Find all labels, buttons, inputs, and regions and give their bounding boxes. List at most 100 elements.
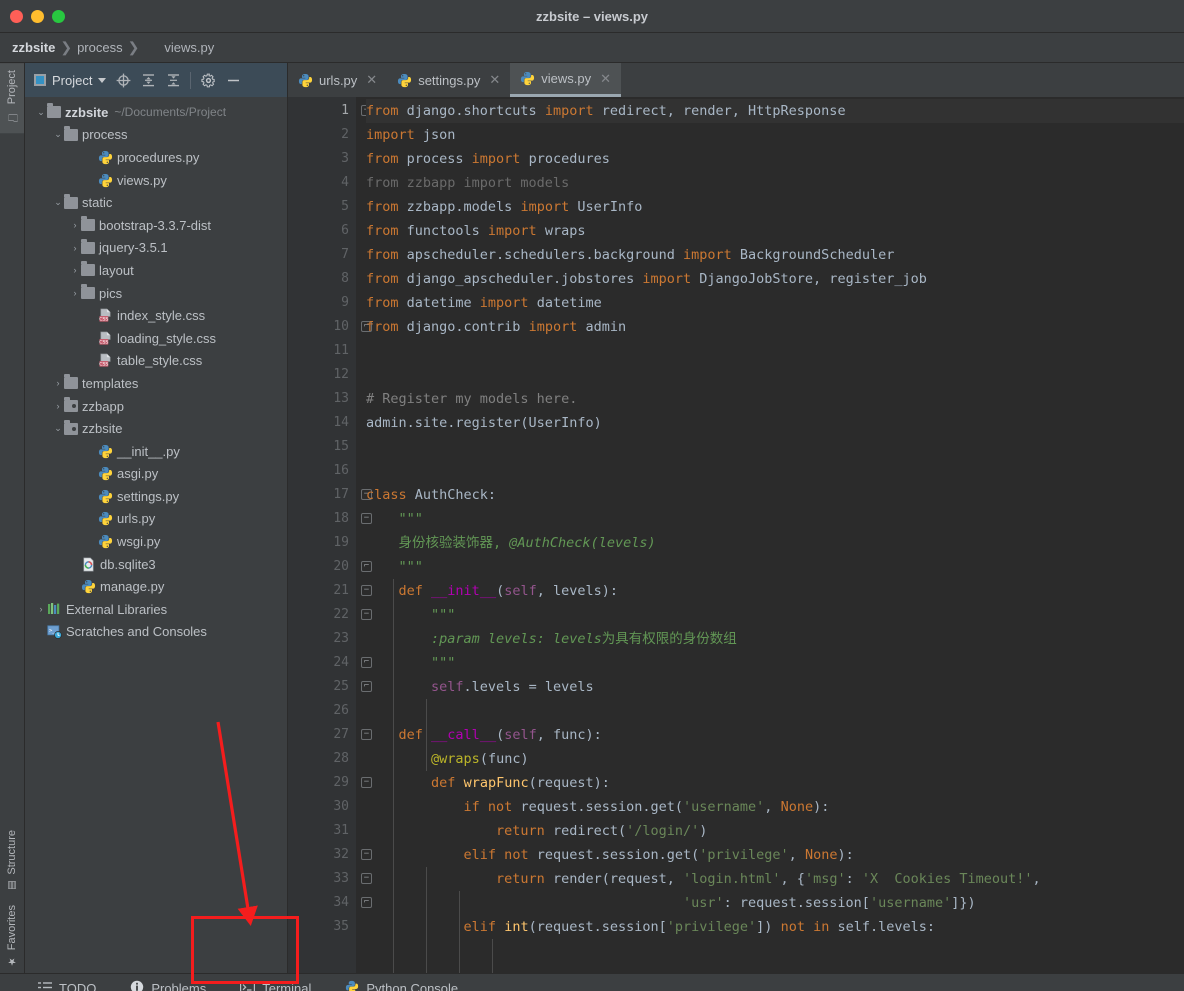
collapse-all-icon[interactable] [165, 72, 181, 88]
project-file-tree[interactable]: ⌄ zzbsite ~/Documents/Project ⌄ process proce… [25, 97, 287, 973]
code-line[interactable] [366, 363, 1184, 387]
line-number[interactable]: 31 [288, 819, 356, 843]
rail-item-project[interactable]: 🗀 Project [0, 63, 24, 134]
line-number[interactable]: 34 ⌐ [288, 891, 372, 915]
chevron-down-icon[interactable]: ⌄ [52, 197, 64, 208]
rail-item-favorites[interactable]: ★ Favorites [0, 898, 24, 973]
line-number[interactable]: 19 [288, 531, 356, 555]
code-line[interactable]: # Register my models here. [366, 387, 1184, 411]
code-line[interactable]: return render(request, 'login.html', {'m… [366, 867, 1184, 891]
line-number[interactable]: 30 [288, 795, 356, 819]
code-line[interactable]: elif not request.session.get('privilege'… [366, 843, 1184, 867]
tool-window-button[interactable]: Python Console [339, 976, 464, 991]
code-line[interactable] [366, 339, 1184, 363]
code-line[interactable] [366, 435, 1184, 459]
code-line[interactable]: from django.shortcuts import redirect, r… [366, 99, 1184, 123]
chevron-down-icon[interactable]: ⌄ [35, 107, 47, 118]
code-line[interactable]: :param levels: levels为具有权限的身份数组 [366, 627, 1184, 651]
line-number[interactable]: 20 ⌐ [288, 555, 372, 579]
code-line[interactable]: if not request.session.get('username', N… [366, 795, 1184, 819]
tree-item[interactable]: › zzbapp [25, 395, 287, 418]
tree-item[interactable]: CSS index_style.css [25, 304, 287, 327]
line-number[interactable]: 11 [288, 339, 356, 363]
code-line[interactable]: from zzbapp.models import UserInfo [366, 195, 1184, 219]
tree-item[interactable]: › jquery-3.5.1 [25, 237, 287, 260]
chevron-down-icon[interactable]: ⌄ [52, 423, 64, 434]
tree-item[interactable]: db.sqlite3 [25, 553, 287, 576]
code-line[interactable]: from django.contrib import admin [366, 315, 1184, 339]
code-line[interactable]: """ [366, 603, 1184, 627]
code-line[interactable]: self.levels = levels [366, 675, 1184, 699]
gear-icon[interactable] [200, 72, 216, 88]
line-number[interactable]: 13 [288, 387, 356, 411]
tree-item[interactable]: wsgi.py [25, 530, 287, 553]
line-number[interactable]: 4 [288, 171, 356, 195]
tree-item[interactable]: › layout [25, 259, 287, 282]
tree-item[interactable]: urls.py [25, 508, 287, 531]
line-number[interactable]: 6 [288, 219, 356, 243]
line-number[interactable]: 23 [288, 627, 356, 651]
tool-window-button[interactable]: TODO [32, 977, 102, 991]
rail-item-structure[interactable]: ▥ Structure [0, 823, 24, 898]
close-tab-icon[interactable]: ✕ [489, 72, 500, 88]
tree-item[interactable]: ⌄ zzbsite ~/Documents/Project [25, 101, 287, 124]
line-number[interactable]: 12 [288, 363, 356, 387]
code-line[interactable]: from django_apscheduler.jobstores import… [366, 267, 1184, 291]
tree-item[interactable]: ⌄ process [25, 124, 287, 147]
code-line[interactable]: from apscheduler.schedulers.background i… [366, 243, 1184, 267]
code-line[interactable] [366, 699, 1184, 723]
code-line[interactable]: 身份核验装饰器, @AuthCheck(levels) [366, 531, 1184, 555]
close-window-button[interactable] [10, 9, 23, 23]
tree-item[interactable]: settings.py [25, 485, 287, 508]
tree-item[interactable]: __init__.py [25, 440, 287, 463]
chevron-right-icon[interactable]: › [69, 265, 81, 275]
line-number[interactable]: 25 ⌐ [288, 675, 372, 699]
tree-item[interactable]: CSS loading_style.css [25, 327, 287, 350]
editor-tab[interactable]: views.py ✕ [510, 63, 622, 97]
line-number[interactable]: 10 ⌐ [288, 315, 372, 339]
tree-item[interactable]: >_ Scratches and Consoles [25, 621, 287, 644]
chevron-right-icon[interactable]: › [35, 604, 47, 614]
breadcrumb-item-project[interactable]: zzbsite [12, 40, 55, 55]
code-line[interactable]: """ [366, 555, 1184, 579]
locate-icon[interactable] [115, 72, 131, 88]
code-line[interactable]: """ [366, 507, 1184, 531]
chevron-right-icon[interactable]: › [69, 243, 81, 253]
editor-tab[interactable]: settings.py ✕ [387, 63, 510, 97]
line-number[interactable]: 35 [288, 915, 356, 939]
line-number[interactable]: 18− [288, 507, 372, 531]
line-number[interactable]: 29− [288, 771, 372, 795]
line-number[interactable]: 2 [288, 123, 356, 147]
line-number-gutter[interactable]: 1−2345678910⌐11121314151617−18−1920⌐21−2… [288, 97, 372, 973]
line-number[interactable]: 33− [288, 867, 372, 891]
line-number[interactable]: 7 [288, 243, 356, 267]
line-number[interactable]: 14 [288, 411, 356, 435]
code-line[interactable]: 'usr': request.session['username']}) [366, 891, 1184, 915]
line-number[interactable]: 17− [288, 483, 372, 507]
line-number[interactable]: 32− [288, 843, 372, 867]
code-content[interactable]: from django.shortcuts import redirect, r… [356, 97, 1184, 973]
tree-item[interactable]: › External Libraries [25, 598, 287, 621]
line-number[interactable]: 27− [288, 723, 372, 747]
close-tab-icon[interactable]: ✕ [600, 71, 611, 87]
project-selector[interactable]: Project [34, 73, 107, 88]
code-line[interactable]: def __call__(self, func): [366, 723, 1184, 747]
line-number[interactable]: 15 [288, 435, 356, 459]
editor-tab[interactable]: urls.py ✕ [288, 63, 387, 97]
chevron-down-icon[interactable]: ⌄ [52, 129, 64, 140]
tree-item[interactable]: CSS table_style.css [25, 350, 287, 373]
line-number[interactable]: 8 [288, 267, 356, 291]
line-number[interactable]: 9 [288, 291, 356, 315]
tree-item[interactable]: › pics [25, 282, 287, 305]
line-number[interactable]: 5 [288, 195, 356, 219]
code-line[interactable]: import json [366, 123, 1184, 147]
code-line[interactable]: from functools import wraps [366, 219, 1184, 243]
tree-item[interactable]: manage.py [25, 575, 287, 598]
tree-item[interactable]: views.py [25, 169, 287, 192]
tree-item[interactable]: asgi.py [25, 463, 287, 486]
expand-all-icon[interactable] [140, 72, 156, 88]
chevron-right-icon[interactable]: › [69, 220, 81, 230]
minimize-icon[interactable] [225, 72, 241, 88]
breadcrumb-item-folder[interactable]: process [77, 40, 123, 55]
code-line[interactable]: @wraps(func) [366, 747, 1184, 771]
